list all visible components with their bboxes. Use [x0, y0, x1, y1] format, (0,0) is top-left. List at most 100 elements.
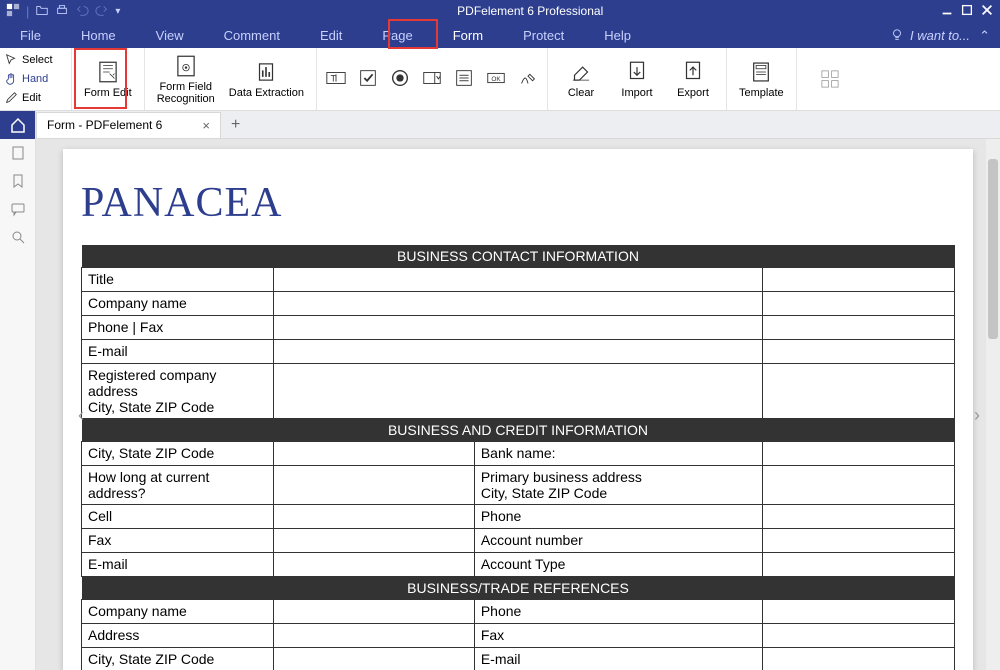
- document-tab[interactable]: Form - PDFelement 6 ×: [36, 112, 221, 138]
- qat-divider: |: [26, 4, 29, 19]
- open-icon[interactable]: [35, 3, 49, 20]
- menu-comment[interactable]: Comment: [204, 22, 300, 48]
- document-scroll[interactable]: ‹ › PANACEA BUSINESS CONTACT INFORMATION…: [36, 139, 1000, 670]
- print-icon[interactable]: [55, 3, 69, 20]
- panel-bookmarks-button[interactable]: [0, 167, 35, 195]
- scrollbar-thumb[interactable]: [988, 159, 998, 339]
- table-cell: [274, 648, 475, 670]
- checkbox-icon[interactable]: [357, 67, 379, 92]
- template-button[interactable]: Template: [735, 49, 788, 109]
- table-cell: E-mail: [474, 648, 762, 670]
- titlebar: | ▾ PDFelement 6 Professional: [0, 0, 1000, 22]
- template-label: Template: [739, 87, 784, 99]
- table-cell: [762, 553, 954, 577]
- table-cell: [274, 442, 475, 466]
- panel-home-button[interactable]: [0, 111, 35, 139]
- panel-comments-button[interactable]: [0, 195, 35, 223]
- table-cell: [762, 600, 954, 624]
- table-cell: Fax: [82, 529, 274, 553]
- close-icon[interactable]: [980, 3, 994, 20]
- redo-icon[interactable]: [95, 3, 109, 20]
- menu-form[interactable]: Form: [433, 22, 503, 48]
- table-cell: E-mail: [82, 340, 274, 364]
- table-cell: City, State ZIP Code: [82, 442, 274, 466]
- menu-home[interactable]: Home: [61, 22, 136, 48]
- table-cell: [762, 624, 954, 648]
- form-field-recognition-button[interactable]: Form Field Recognition: [153, 49, 219, 109]
- pdf-page: PANACEA BUSINESS CONTACT INFORMATION Tit…: [63, 149, 973, 670]
- export-button[interactable]: Export: [668, 49, 718, 109]
- form-field-tools: T OK: [325, 67, 539, 92]
- menu-edit[interactable]: Edit: [300, 22, 362, 48]
- undo-icon[interactable]: [75, 3, 89, 20]
- table-cell: [762, 648, 954, 670]
- table-cell: [274, 600, 475, 624]
- select-tool[interactable]: Select: [4, 51, 67, 69]
- clear-label: Clear: [568, 87, 594, 99]
- table-cell: [274, 292, 763, 316]
- hand-tool[interactable]: Hand: [4, 70, 67, 88]
- document-area: Form - PDFelement 6 × + ‹ › PANACEA BUSI…: [36, 111, 1000, 670]
- minimize-icon[interactable]: [940, 3, 954, 20]
- workspace: Form - PDFelement 6 × + ‹ › PANACEA BUSI…: [0, 111, 1000, 670]
- app-icon: [6, 3, 20, 20]
- table-cell: Phone: [474, 505, 762, 529]
- menu-view[interactable]: View: [136, 22, 204, 48]
- panel-thumbnails-button[interactable]: [0, 139, 35, 167]
- table-cell: [762, 466, 954, 505]
- table-cell: Account Type: [474, 553, 762, 577]
- table-cell: [762, 529, 954, 553]
- import-button[interactable]: Import: [612, 49, 662, 109]
- table-cell: Company name: [82, 600, 274, 624]
- maximize-icon[interactable]: [960, 3, 974, 20]
- menu-page[interactable]: Page: [362, 22, 432, 48]
- select-tool-label: Select: [22, 54, 53, 66]
- signature-field-icon[interactable]: [517, 67, 539, 92]
- document-tab-label: Form - PDFelement 6: [47, 118, 162, 132]
- table-cell: Phone: [474, 600, 762, 624]
- form-edit-button[interactable]: Form Edit: [80, 49, 136, 109]
- import-label: Import: [621, 87, 652, 99]
- table-cell: Company name: [82, 292, 274, 316]
- text-field-icon[interactable]: T: [325, 67, 347, 92]
- table-cell: Title: [82, 268, 274, 292]
- doc-title: PANACEA: [81, 179, 955, 227]
- ribbon-select-tools: Select Hand Edit: [0, 48, 72, 110]
- table-cell: [274, 340, 763, 364]
- table-cell: [274, 466, 475, 505]
- page-prev-icon[interactable]: ‹: [78, 405, 84, 426]
- page-next-icon[interactable]: ›: [974, 405, 980, 426]
- combobox-icon[interactable]: [421, 67, 443, 92]
- table-cell: [762, 442, 954, 466]
- clear-button[interactable]: Clear: [556, 49, 606, 109]
- edit-tool-label: Edit: [22, 92, 41, 104]
- table-cell: Cell: [82, 505, 274, 529]
- bulb-icon: [890, 28, 904, 42]
- quick-access-toolbar: | ▾: [6, 3, 120, 20]
- table-cell: E-mail: [82, 553, 274, 577]
- tab-close-icon[interactable]: ×: [202, 118, 210, 133]
- menu-help[interactable]: Help: [584, 22, 651, 48]
- table-cell: [762, 505, 954, 529]
- menu-protect[interactable]: Protect: [503, 22, 584, 48]
- data-extraction-label: Data Extraction: [229, 87, 304, 99]
- table-cell: Registered company address City, State Z…: [82, 364, 274, 419]
- svg-text:OK: OK: [491, 75, 501, 82]
- table-cell: [274, 364, 763, 419]
- vertical-scrollbar[interactable]: [986, 139, 1000, 670]
- table-cell: [274, 624, 475, 648]
- radio-icon[interactable]: [389, 67, 411, 92]
- listbox-icon[interactable]: [453, 67, 475, 92]
- panel-search-button[interactable]: [0, 223, 35, 251]
- table-cell: [274, 529, 475, 553]
- button-field-icon[interactable]: OK: [485, 67, 507, 92]
- menu-file[interactable]: File: [0, 22, 61, 48]
- data-extraction-button[interactable]: Data Extraction: [225, 49, 308, 109]
- ribbon-collapse-icon[interactable]: ⌃: [979, 28, 990, 44]
- section3-header: BUSINESS/TRADE REFERENCES: [82, 577, 955, 600]
- edit-tool[interactable]: Edit: [4, 89, 67, 107]
- add-tab-button[interactable]: +: [221, 116, 250, 134]
- more-button[interactable]: [805, 49, 855, 109]
- hand-tool-label: Hand: [22, 73, 48, 85]
- table-cell: Account number: [474, 529, 762, 553]
